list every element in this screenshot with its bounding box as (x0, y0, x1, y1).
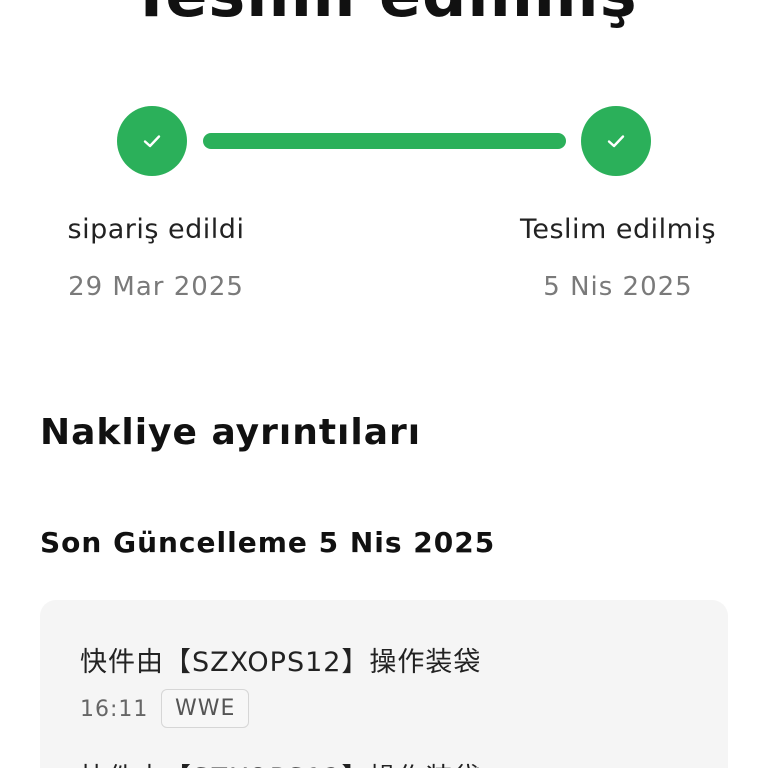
last-update-label: Son Güncelleme 5 Nis 2025 (40, 526, 496, 559)
carrier-badge: WWE (161, 689, 250, 728)
tracking-events-card (40, 600, 728, 768)
tracking-event-text: 快件由【SZXOPS12】操作装袋 (80, 756, 481, 768)
step-delivered-indicator (581, 106, 651, 176)
status-title: Teslim edilmiş (0, 0, 768, 31)
order-tracking-page: Teslim edilmiş sipariş edildi Teslim edi… (0, 0, 768, 768)
step-ordered-label: sipariş edildi (67, 214, 245, 245)
step-delivered-label: Teslim edilmiş (519, 214, 717, 245)
check-icon (143, 135, 161, 148)
step-delivered-date: 5 Nis 2025 (543, 272, 693, 302)
shipping-section-title: Nakliye ayrıntıları (40, 412, 422, 453)
step-ordered-indicator (117, 106, 187, 176)
step-ordered-date: 29 Mar 2025 (68, 272, 244, 302)
progress-track (203, 133, 566, 149)
tracking-event-text: 快件由【SZXOPS12】操作装袋 (80, 647, 482, 678)
check-icon (607, 135, 625, 148)
tracking-event-time: 16:11 (80, 697, 149, 722)
